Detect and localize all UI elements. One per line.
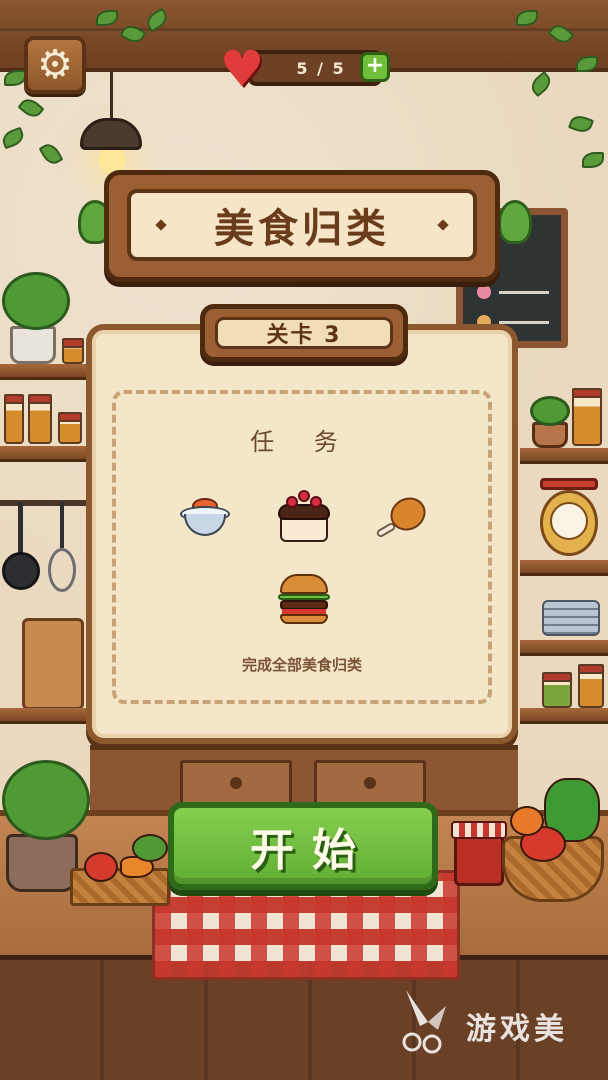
herb-icon	[132, 834, 168, 862]
jam-jar-icon	[451, 821, 507, 886]
plant-pot-counter	[6, 834, 78, 892]
plus-icon: +	[365, 53, 385, 78]
storage-jar	[572, 388, 602, 446]
cutting-board	[22, 618, 84, 710]
whisk-handle	[60, 502, 64, 548]
scale-dial	[550, 502, 588, 540]
sushi-bowl-icon	[180, 494, 230, 538]
potted-plant-right	[530, 396, 570, 426]
shelf-left-2	[0, 446, 86, 462]
shelf-left-3	[0, 708, 86, 724]
level-tab-plaque: 关卡 3	[215, 317, 393, 349]
gear-icon: ⚙	[37, 42, 73, 88]
shelf-right-3	[520, 640, 608, 656]
shelf-right-4	[520, 708, 608, 724]
task-hint: 完成全部美食归类	[241, 656, 362, 674]
task-heading: 任 务	[250, 428, 354, 456]
potted-plant-counter	[2, 760, 90, 840]
shelf-right-2	[520, 560, 608, 576]
pickle-jar	[542, 672, 572, 708]
heart-icon: ♥	[219, 40, 265, 98]
title-plaque: 美食归类	[127, 189, 477, 261]
plant-pot-left	[10, 326, 56, 364]
tomato-icon	[84, 852, 118, 882]
chocolate-cake-icon	[278, 490, 330, 544]
title-sign: 美食归类	[104, 170, 500, 282]
utensil-rail	[0, 500, 86, 506]
lamp-cord	[110, 72, 113, 122]
lives-text: 5 / 5	[296, 58, 346, 78]
plate-stack	[542, 600, 600, 636]
orange-icon	[510, 806, 544, 836]
watermark-text: 游戏美	[466, 1012, 568, 1047]
vine-right	[510, 6, 608, 176]
game-title: 美食归类	[214, 206, 390, 252]
settings-button[interactable]: ⚙	[24, 36, 86, 94]
scale-top	[540, 478, 598, 490]
burger-icon	[278, 574, 330, 624]
vine-top	[96, 6, 176, 76]
title-ornament	[437, 219, 449, 231]
potted-plant-left	[2, 272, 70, 330]
spice-jar	[4, 394, 24, 444]
frying-pan-icon	[2, 552, 40, 590]
watermark-logo	[402, 990, 446, 1054]
title-ornament	[155, 219, 167, 231]
spice-jar	[58, 412, 82, 444]
storage-jar	[578, 664, 604, 708]
add-lives-button[interactable]: +	[360, 52, 390, 82]
spice-jar	[28, 394, 52, 444]
spice-jar	[62, 338, 84, 364]
start-button[interactable]: 开始	[168, 802, 438, 890]
whisk-icon	[48, 548, 76, 592]
start-button-label: 开始	[250, 825, 374, 876]
pan-handle	[18, 502, 23, 554]
level-tab: 关卡 3	[200, 304, 408, 362]
level-label: 关卡 3	[266, 323, 342, 348]
shelf-right-1	[520, 448, 608, 464]
sign-leaf-right	[498, 200, 532, 244]
shelf-left-1	[0, 364, 86, 380]
chicken-leg-icon	[375, 491, 432, 540]
